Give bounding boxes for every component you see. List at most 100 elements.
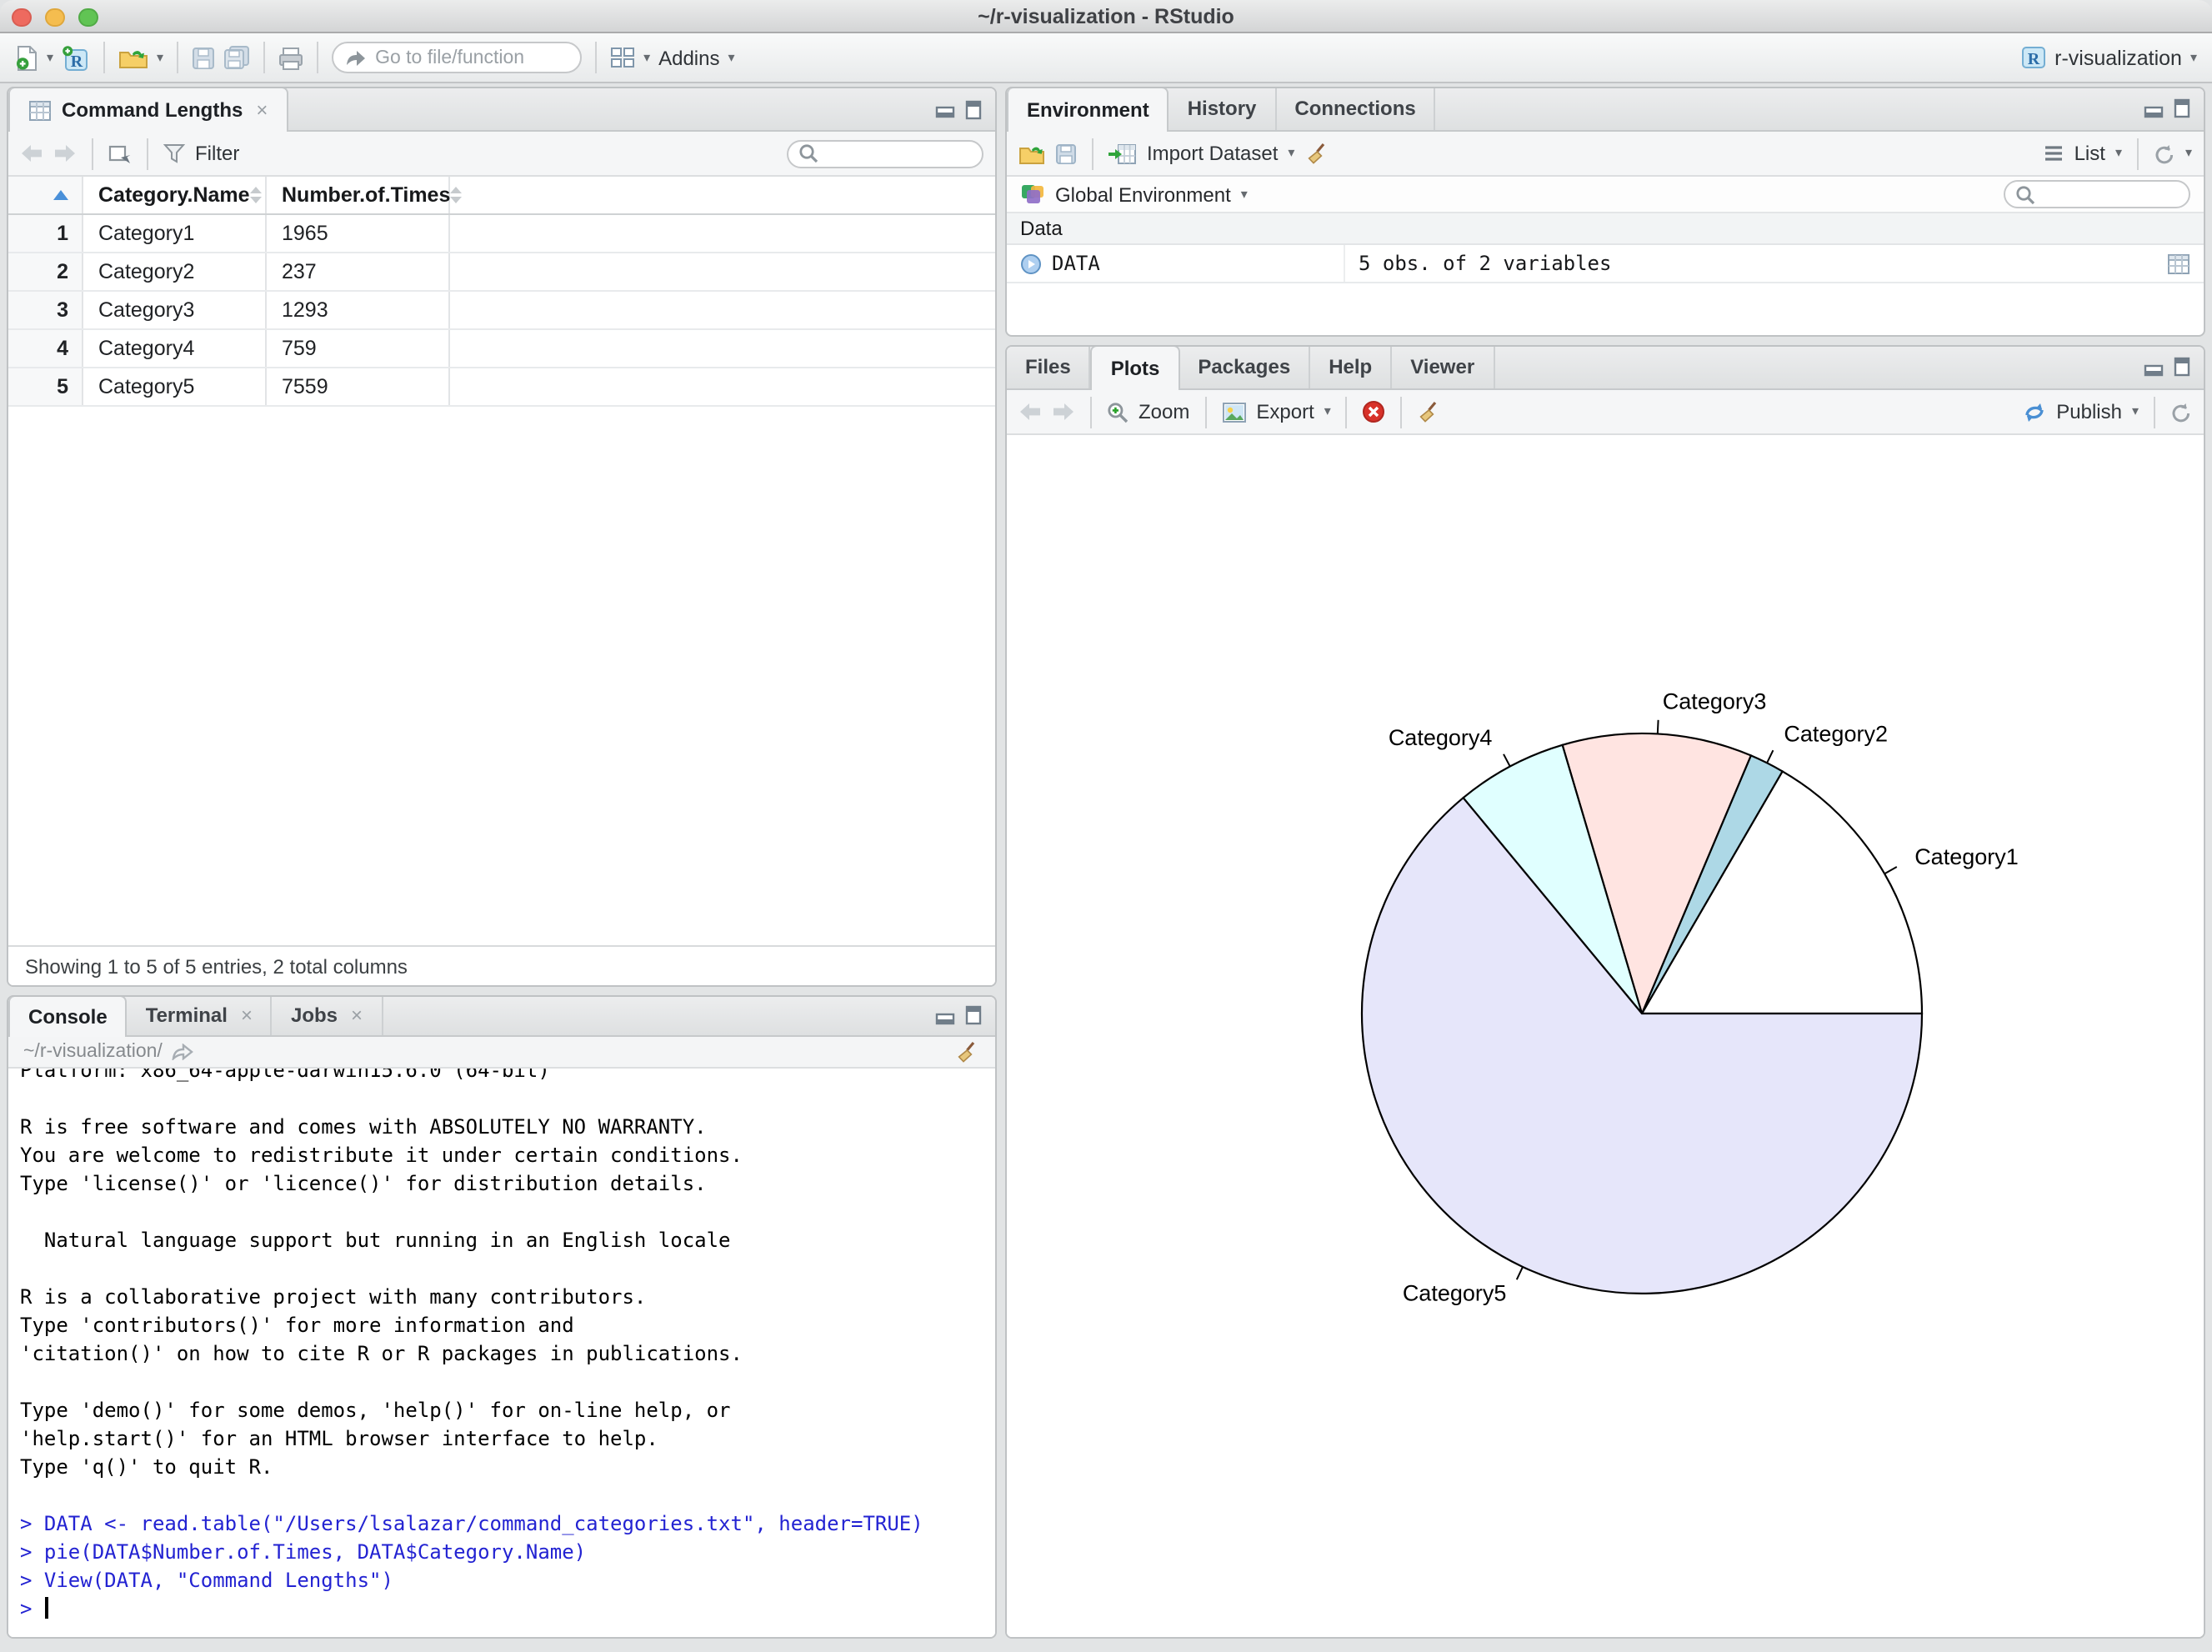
number-of-times-cell[interactable]: 1965 bbox=[267, 215, 450, 252]
scope-selector[interactable]: Global Environment bbox=[1055, 183, 1231, 206]
addins-button[interactable]: Addins bbox=[658, 46, 719, 69]
maximize-pane-icon[interactable] bbox=[965, 99, 982, 119]
working-directory[interactable]: ~/r-visualization/ bbox=[23, 1042, 163, 1062]
minimize-pane-icon[interactable] bbox=[2144, 98, 2164, 118]
console-prompt-line[interactable]: > bbox=[20, 1595, 995, 1624]
refresh-dropdown-icon[interactable]: ▾ bbox=[2185, 146, 2192, 160]
save-all-icon[interactable] bbox=[223, 45, 250, 70]
tab-history[interactable]: History bbox=[1169, 88, 1277, 130]
tab-environment[interactable]: Environment bbox=[1007, 88, 1169, 132]
table-row[interactable]: 5 Category5 7559 bbox=[8, 368, 995, 407]
project-menu-button[interactable]: R r-visualization ▾ bbox=[2019, 45, 2197, 70]
goto-file-field[interactable] bbox=[375, 48, 543, 68]
import-dataset-dropdown-icon[interactable]: ▾ bbox=[1288, 146, 1294, 160]
column-header-number-of-times[interactable]: Number.of.Times bbox=[267, 177, 463, 213]
filter-icon[interactable] bbox=[163, 143, 185, 163]
number-of-times-cell[interactable]: 1293 bbox=[267, 292, 450, 328]
zoom-plot-icon[interactable] bbox=[1107, 401, 1129, 423]
new-file-dropdown-icon[interactable]: ▾ bbox=[47, 50, 53, 64]
table-search-input[interactable] bbox=[825, 143, 965, 163]
tab-viewer[interactable]: Viewer bbox=[1392, 347, 1495, 388]
open-in-new-window-icon[interactable] bbox=[108, 143, 132, 164]
save-icon[interactable] bbox=[192, 46, 215, 69]
category-name-cell[interactable]: Category4 bbox=[83, 330, 267, 367]
table-row[interactable]: 2 Category2 237 bbox=[8, 253, 995, 292]
minimize-button[interactable] bbox=[45, 8, 64, 27]
category-name-cell[interactable]: Category5 bbox=[83, 368, 267, 405]
number-of-times-cell[interactable]: 7559 bbox=[267, 368, 450, 405]
next-plot-icon[interactable] bbox=[1052, 402, 1075, 422]
export-plot-icon[interactable] bbox=[1221, 401, 1246, 423]
refresh-icon[interactable] bbox=[2154, 143, 2175, 164]
export-button[interactable]: Export bbox=[1256, 400, 1314, 423]
scope-dropdown-icon[interactable]: ▾ bbox=[1241, 187, 1248, 201]
tab-help[interactable]: Help bbox=[1310, 347, 1393, 388]
clear-plots-icon[interactable] bbox=[1418, 399, 1443, 424]
refresh-plot-icon[interactable] bbox=[2170, 401, 2192, 423]
tab-connections[interactable]: Connections bbox=[1276, 88, 1436, 130]
open-file-icon[interactable] bbox=[118, 46, 148, 69]
close-icon[interactable]: × bbox=[256, 89, 268, 131]
environment-entry-row[interactable]: DATA 5 obs. of 2 variables bbox=[1007, 245, 2204, 283]
row-number-header[interactable] bbox=[8, 177, 83, 213]
number-of-times-cell[interactable]: 759 bbox=[267, 330, 450, 367]
list-view-dropdown-icon[interactable]: ▾ bbox=[2115, 146, 2122, 160]
console-output[interactable]: Platform: x86_64-apple-darwin15.6.0 (64-… bbox=[8, 1069, 995, 1637]
table-row[interactable]: 3 Category3 1293 bbox=[8, 292, 995, 330]
panes-layout-icon[interactable] bbox=[610, 47, 635, 68]
close-button[interactable] bbox=[12, 8, 31, 27]
print-icon[interactable] bbox=[278, 46, 303, 69]
close-icon[interactable]: × bbox=[351, 997, 363, 1035]
new-project-icon[interactable]: R bbox=[62, 44, 90, 71]
expand-object-icon[interactable] bbox=[1020, 253, 1042, 274]
new-file-icon[interactable] bbox=[15, 44, 38, 71]
view-data-icon[interactable] bbox=[2167, 253, 2190, 274]
environment-search-box[interactable] bbox=[2004, 180, 2190, 208]
tab-packages[interactable]: Packages bbox=[1179, 347, 1311, 388]
category-name-cell[interactable]: Category3 bbox=[83, 292, 267, 328]
forward-icon[interactable] bbox=[53, 143, 77, 163]
clear-environment-icon[interactable] bbox=[1304, 141, 1329, 166]
export-dropdown-icon[interactable]: ▾ bbox=[1324, 404, 1331, 418]
tab-plots[interactable]: Plots bbox=[1090, 347, 1180, 390]
publish-button[interactable]: Publish bbox=[2056, 400, 2122, 423]
tab-terminal[interactable]: Terminal × bbox=[128, 997, 273, 1035]
filter-button[interactable]: Filter bbox=[195, 142, 239, 165]
remove-plot-icon[interactable] bbox=[1363, 400, 1386, 423]
table-row[interactable]: 4 Category4 759 bbox=[8, 330, 995, 368]
back-icon[interactable] bbox=[20, 143, 43, 163]
goto-directory-icon[interactable] bbox=[173, 1044, 194, 1060]
save-workspace-icon[interactable] bbox=[1055, 143, 1077, 164]
addins-dropdown-icon[interactable]: ▾ bbox=[728, 50, 735, 64]
zoom-button[interactable]: Zoom bbox=[1139, 400, 1189, 423]
number-of-times-cell[interactable]: 237 bbox=[267, 253, 450, 290]
list-view-icon[interactable] bbox=[2044, 145, 2064, 162]
tab-jobs[interactable]: Jobs × bbox=[273, 997, 383, 1035]
category-name-cell[interactable]: Category2 bbox=[83, 253, 267, 290]
tab-console[interactable]: Console bbox=[8, 997, 128, 1037]
maximize-pane-icon[interactable] bbox=[2174, 357, 2190, 377]
minimize-pane-icon[interactable] bbox=[2144, 357, 2164, 377]
table-search-box[interactable] bbox=[787, 139, 983, 168]
environment-search-input[interactable] bbox=[2042, 184, 2182, 204]
import-dataset-icon[interactable] bbox=[1109, 143, 1137, 164]
table-row[interactable]: 1 Category1 1965 bbox=[8, 215, 995, 253]
clear-console-icon[interactable] bbox=[955, 1039, 980, 1064]
goto-file-input[interactable] bbox=[332, 42, 583, 73]
maximize-pane-icon[interactable] bbox=[2174, 98, 2190, 118]
panes-dropdown-icon[interactable]: ▾ bbox=[643, 50, 650, 64]
tab-command-lengths[interactable]: Command Lengths × bbox=[8, 88, 288, 132]
import-dataset-button[interactable]: Import Dataset bbox=[1147, 142, 1278, 165]
close-icon[interactable]: × bbox=[241, 997, 253, 1035]
minimize-pane-icon[interactable] bbox=[935, 1005, 955, 1025]
fullscreen-button[interactable] bbox=[78, 8, 98, 27]
load-workspace-icon[interactable] bbox=[1018, 143, 1045, 164]
open-recent-dropdown-icon[interactable]: ▾ bbox=[157, 50, 163, 64]
column-header-category-name[interactable]: Category.Name bbox=[83, 177, 267, 213]
maximize-pane-icon[interactable] bbox=[965, 1005, 982, 1025]
tab-files[interactable]: Files bbox=[1007, 347, 1091, 388]
category-name-cell[interactable]: Category1 bbox=[83, 215, 267, 252]
previous-plot-icon[interactable] bbox=[1018, 402, 1042, 422]
minimize-pane-icon[interactable] bbox=[935, 99, 955, 119]
list-view-button[interactable]: List bbox=[2074, 142, 2105, 165]
